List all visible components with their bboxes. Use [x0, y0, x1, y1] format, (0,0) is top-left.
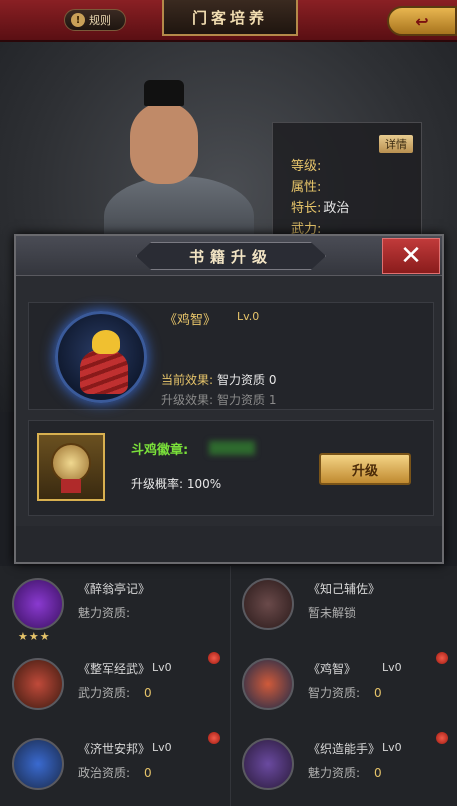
book-avatar [242, 578, 294, 630]
rules-label: 规则 [89, 14, 111, 27]
book-icon [55, 311, 147, 403]
medal-ribbon [61, 479, 81, 493]
page-title-plaque: 门客培养 [162, 0, 298, 36]
book-name: 《知己辅佐》 [308, 582, 381, 596]
book-attr: 政治资质: 0 [78, 766, 152, 780]
book-upgrade-dialog: 书籍升级 ✕ 《鸡智》 Lv.0 当前效果: 智力资质 0 升级效果: 智力资质 1… [14, 234, 444, 564]
book-item[interactable]: 《醉翁亭记》 魅力资质: ★★★ [12, 578, 232, 656]
dialog-title: 书籍升级 [188, 247, 273, 266]
attr-level: 等级: [291, 159, 322, 174]
notification-dot [436, 732, 448, 744]
success-rate: 升级概率: 100% [131, 477, 222, 491]
book-name: 《整军经武》 [78, 662, 151, 676]
book-attr: 暂未解锁 [308, 606, 357, 620]
book-info-panel: 《鸡智》 Lv.0 当前效果: 智力资质 0 升级效果: 智力资质 1 [28, 302, 434, 410]
book-item[interactable]: 《整军经武》 Lv0 武力资质: 0 [12, 658, 232, 736]
upgrade-button[interactable]: 升级 [319, 453, 411, 485]
notification-dot [436, 652, 448, 664]
notification-dot [208, 652, 220, 664]
close-button[interactable]: ✕ [382, 238, 440, 274]
dialog-footer [16, 526, 442, 562]
book-avatar [242, 658, 294, 710]
back-button[interactable]: ↩ [387, 6, 457, 36]
book-level: Lv0 [382, 661, 402, 674]
book-item[interactable]: 《织造能手》 Lv0 魅力资质: 0 [242, 738, 457, 806]
book-name: 《济世安邦》 [78, 742, 151, 756]
hero-portrait [104, 80, 254, 256]
page-title: 门客培养 [191, 8, 268, 27]
dialog-header: 书籍升级 ✕ [16, 236, 442, 276]
book-avatar [12, 578, 64, 630]
book-attr: 武力资质: 0 [78, 686, 152, 700]
medal-icon [51, 443, 91, 483]
book-avatar [12, 738, 64, 790]
book-level: Lv.0 [237, 310, 260, 323]
back-arrow-icon: ↩ [415, 11, 429, 31]
medal-item[interactable] [37, 433, 105, 501]
book-avatar [12, 658, 64, 710]
book-level: Lv0 [152, 741, 172, 754]
info-icon: ! [71, 13, 85, 27]
book-name: 《鸡智》 [308, 662, 357, 676]
book-item[interactable]: 《济世安邦》 Lv0 政治资质: 0 [12, 738, 232, 806]
star-rating: ★★★ [18, 630, 51, 643]
rules-button[interactable]: ! 规则 [64, 9, 126, 31]
dialog-title-plaque: 书籍升级 [136, 242, 326, 270]
requirement-name: 斗鸡徽章: [131, 443, 189, 458]
notification-dot [208, 732, 220, 744]
hero-info-panel: 详情 等级: 属性: 特长: 政治 武力: [272, 122, 422, 242]
book-name: 《织造能手》 [308, 742, 381, 756]
top-bar: ! 规则 门客培养 ↩ [0, 0, 457, 42]
book-name: 《醉翁亭记》 [78, 582, 151, 596]
book-name: 《鸡智》 [164, 313, 217, 328]
book-attr: 智力资质: 0 [308, 686, 382, 700]
current-effect: 当前效果: 智力资质 0 [161, 373, 277, 387]
hero-face [130, 102, 198, 184]
book-attr: 魅力资质: 0 [308, 766, 382, 780]
next-effect: 升级效果: 智力资质 1 [161, 393, 277, 407]
requirement-count-blurred [209, 441, 255, 455]
book-level: Lv0 [382, 741, 402, 754]
attr-specialty: 特长: 政治 [291, 201, 350, 216]
rooster-body [80, 350, 128, 394]
book-level: Lv0 [152, 661, 172, 674]
detail-button[interactable]: 详情 [379, 135, 413, 153]
close-icon: ✕ [400, 241, 422, 271]
rooster-head [92, 330, 120, 354]
attr-property: 属性: [291, 180, 322, 195]
upgrade-label: 升级 [351, 463, 378, 479]
book-attr: 魅力资质: [78, 606, 131, 620]
book-item[interactable]: 《知己辅佐》 暂未解锁 [242, 578, 457, 656]
hero-hat [144, 80, 184, 106]
book-avatar [242, 738, 294, 790]
requirement-panel: 斗鸡徽章: 升级概率: 100% 升级 [28, 420, 434, 516]
book-item[interactable]: 《鸡智》 Lv0 智力资质: 0 [242, 658, 457, 736]
